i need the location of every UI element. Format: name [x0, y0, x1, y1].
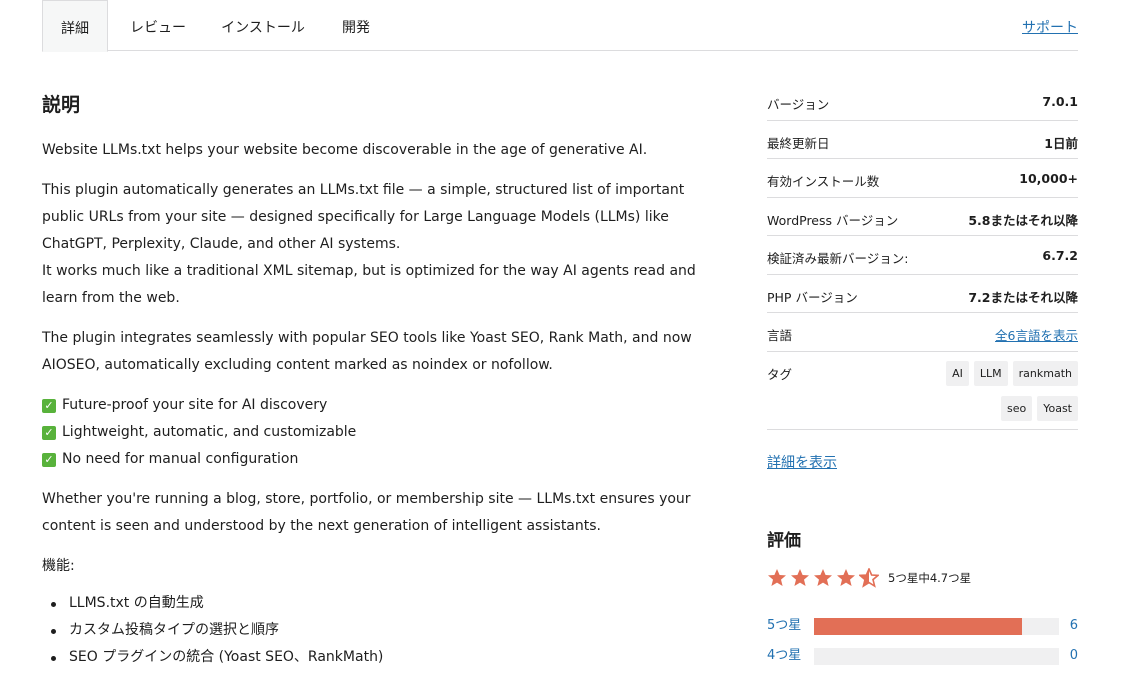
checkmark-icon: ✓	[42, 425, 56, 440]
tab-details[interactable]: 詳細	[42, 0, 108, 52]
star-full-icon	[791, 569, 809, 586]
meta-label: WordPress バージョン	[767, 212, 899, 228]
meta-value: 6.7.2	[1042, 248, 1078, 263]
meta-label: 最終更新日	[767, 135, 830, 151]
rating-bar-4[interactable]: 4つ星 0	[767, 646, 1078, 666]
checkmark-icon: ✓	[42, 398, 56, 413]
meta-value: 7.2またはそれ以降	[968, 289, 1078, 305]
meta-label: 言語	[767, 328, 793, 343]
star-full-icon	[768, 569, 786, 586]
star-half-icon	[859, 568, 879, 588]
rating-bar-label[interactable]: 5つ星	[767, 616, 801, 636]
meta-value: 1日前	[1044, 135, 1078, 151]
tab-reviews[interactable]: レビュー	[118, 0, 198, 51]
checkmark-icon: ✓	[42, 452, 56, 467]
rating-bar-track	[814, 648, 1059, 665]
intro-paragraph: Website LLMs.txt helps your website beco…	[42, 142, 648, 158]
ratings-title: 評価	[767, 531, 801, 551]
tag-list: seo Yoast	[1000, 395, 1078, 421]
list-item: カスタム投稿タイプの選択と順序	[42, 617, 712, 644]
list-item: SEO プラグインの統合 (Yoast SEO、RankMath)	[42, 644, 712, 671]
meta-row-wp-version: WordPress バージョン 5.8またはそれ以降	[767, 198, 1078, 236]
sitemap-text: It works much like a traditional XML sit…	[42, 263, 696, 306]
support-link[interactable]: サポート	[1022, 0, 1078, 56]
features-list: LLMS.txt の自動生成 カスタム投稿タイプの選択と順序 SEO プラグイン…	[42, 590, 712, 671]
section-title: 説明	[42, 94, 81, 116]
meta-label: PHP バージョン	[767, 289, 858, 305]
meta-row-tested: 検証済み最新バージョン: 6.7.2	[767, 236, 1078, 275]
tab-development[interactable]: 開発	[328, 0, 384, 51]
tag-yoast[interactable]: Yoast	[1037, 395, 1078, 421]
list-item: ✓ No need for manual configuration	[42, 446, 712, 473]
benefit-text: Future-proof your site for AI discovery	[62, 397, 328, 413]
languages-link[interactable]: 全6言語を表示	[995, 325, 1078, 344]
rating-bar-5[interactable]: 5つ星 6	[767, 616, 1078, 636]
plugin-meta: バージョン 7.0.1 最終更新日 1日前 有効インストール数 10,000+ …	[767, 82, 1078, 430]
rating-bar-fill	[814, 618, 1023, 635]
rating-bar-track	[814, 618, 1059, 635]
generates-paragraph: This plugin automatically generates an L…	[42, 177, 712, 312]
meta-row-installs: 有効インストール数 10,000+	[767, 159, 1078, 198]
meta-row-php: PHP バージョン 7.2またはそれ以降	[767, 275, 1078, 313]
meta-row-languages: 言語 全6言語を表示	[767, 313, 1078, 352]
tag-ai[interactable]: AI	[946, 360, 969, 386]
benefit-text: No need for manual configuration	[62, 451, 299, 467]
tag-llm[interactable]: LLM	[973, 360, 1008, 386]
meta-label: バージョン	[767, 97, 830, 112]
star-full-icon	[837, 569, 855, 586]
meta-label: 有効インストール数	[767, 174, 880, 189]
meta-row-version: バージョン 7.0.1	[767, 82, 1078, 121]
tab-installation[interactable]: インストール	[210, 0, 316, 51]
benefits-list: ✓ Future-proof your site for AI discovery…	[42, 392, 712, 473]
tag-list: AI LLM rankmath	[946, 360, 1078, 386]
meta-row-updated: 最終更新日 1日前	[767, 121, 1078, 159]
benefit-text: Lightweight, automatic, and customizable	[62, 424, 357, 440]
usecase-paragraph: Whether you're running a blog, store, po…	[42, 491, 691, 534]
rating-bar-count[interactable]: 0	[1070, 646, 1078, 666]
rating-summary: 5つ星中4.7つ星	[888, 571, 972, 585]
list-item: LLMS.txt の自動生成	[42, 590, 712, 617]
meta-label: タグ	[767, 366, 793, 382]
meta-value: 10,000+	[1019, 171, 1078, 186]
rating-bar-count[interactable]: 6	[1070, 616, 1078, 636]
generates-text: This plugin automatically generates an L…	[42, 182, 685, 252]
tab-bar: 詳細 レビュー インストール 開発 サポート	[42, 0, 1078, 52]
list-item: ✓ Future-proof your site for AI discovery	[42, 392, 712, 419]
star-rating: 5つ星中4.7つ星	[767, 568, 971, 588]
list-item: ✓ Lightweight, automatic, and customizabl…	[42, 419, 712, 446]
rating-bar-label[interactable]: 4つ星	[767, 646, 801, 666]
features-label: 機能:	[42, 558, 75, 574]
more-details-link[interactable]: 詳細を表示	[767, 452, 837, 472]
meta-value: 7.0.1	[1042, 94, 1078, 109]
tag-rankmath[interactable]: rankmath	[1012, 360, 1078, 386]
meta-label: 検証済み最新バージョン:	[767, 251, 909, 266]
description-section: 説明 Website LLMs.txt helps your website b…	[42, 90, 712, 671]
seo-paragraph: The plugin integrates seamlessly with po…	[42, 330, 692, 373]
tag-seo[interactable]: seo	[1000, 395, 1033, 421]
star-full-icon	[814, 569, 832, 586]
meta-value: 5.8またはそれ以降	[968, 212, 1078, 228]
meta-row-tags: タグ AI LLM rankmath seo Yoast	[767, 352, 1078, 430]
